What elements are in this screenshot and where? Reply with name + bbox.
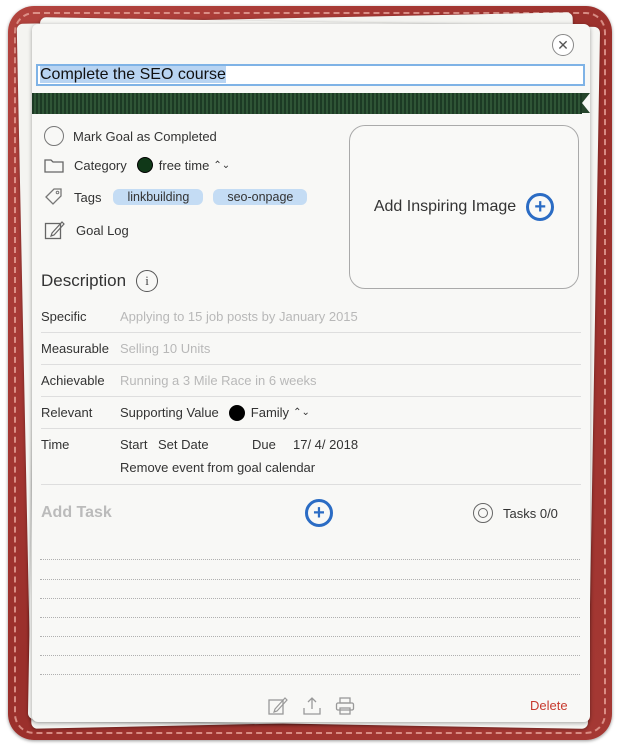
achievable-row[interactable]: Achievable Running a 3 Mile Race in 6 we… xyxy=(41,365,581,397)
updown-chevron-icon: ⌃⌄ xyxy=(213,159,231,171)
measurable-input[interactable]: Selling 10 Units xyxy=(120,341,210,356)
category-value: free time xyxy=(158,157,210,173)
tasks-count: Tasks 0/0 xyxy=(503,506,558,521)
add-task-row: Add Task + Tasks 0/0 xyxy=(41,498,581,528)
mark-completed-row[interactable]: Mark Goal as Completed xyxy=(44,126,217,146)
description-title: Description xyxy=(41,271,127,290)
goal-title-input[interactable]: Complete the SEO course xyxy=(36,64,585,86)
category-label: Category xyxy=(74,157,127,173)
task-line xyxy=(40,636,580,637)
relevant-value-select[interactable]: Family ⌃⌄ xyxy=(228,404,310,421)
info-icon[interactable]: i xyxy=(136,270,159,292)
category-ribbon xyxy=(32,93,582,114)
specific-input[interactable]: Applying to 15 job posts by January 2015 xyxy=(120,309,358,324)
relevant-text: Supporting Value xyxy=(120,405,219,420)
task-line xyxy=(40,598,580,599)
close-button[interactable]: ✕ xyxy=(552,34,574,56)
share-icon[interactable] xyxy=(302,696,322,716)
edit-note-icon[interactable] xyxy=(268,696,288,716)
folder-icon xyxy=(44,157,64,173)
edit-icon xyxy=(44,219,66,241)
measurable-label: Measurable xyxy=(41,341,109,356)
category-color-dot xyxy=(136,157,153,173)
goal-log-label: Goal Log xyxy=(76,222,129,238)
description-section-title: Description i xyxy=(41,270,159,292)
task-line xyxy=(40,579,580,580)
add-image-box[interactable]: Add Inspiring Image + xyxy=(349,125,579,289)
add-image-plus-icon[interactable]: + xyxy=(526,193,555,221)
relevant-row: Relevant Supporting Value Family ⌃⌄ xyxy=(41,397,581,429)
mark-completed-label: Mark Goal as Completed xyxy=(73,128,217,144)
due-label: Due xyxy=(252,437,276,452)
tag-chip[interactable]: linkbuilding xyxy=(113,189,204,205)
updown-chevron-icon: ⌃⌄ xyxy=(293,407,310,418)
time-row: Time Start Set Date Due 17/ 4/ 2018 Remo… xyxy=(41,430,581,485)
goal-title-text: Complete the SEO course xyxy=(40,66,226,83)
specific-label: Specific xyxy=(41,309,87,324)
achievable-input[interactable]: Running a 3 Mile Race in 6 weeks xyxy=(120,373,317,388)
remove-event-link[interactable]: Remove event from goal calendar xyxy=(120,460,315,475)
start-label: Start xyxy=(120,437,148,452)
category-row: Category free time ⌃⌄ xyxy=(44,157,230,173)
tags-label: Tags xyxy=(74,189,102,205)
achievable-label: Achievable xyxy=(41,373,105,388)
goal-sheet: ✕ Complete the SEO course Mark Goal as C… xyxy=(32,24,590,722)
category-select[interactable]: free time ⌃⌄ xyxy=(136,157,231,173)
relevant-label: Relevant xyxy=(41,405,93,420)
add-image-label: Add Inspiring Image xyxy=(373,198,517,215)
add-task-plus-icon[interactable]: + xyxy=(305,499,333,527)
specific-row[interactable]: Specific Applying to 15 job posts by Jan… xyxy=(41,301,581,333)
ribbon-tail xyxy=(582,93,590,113)
start-date-button[interactable]: Set Date xyxy=(158,437,209,452)
delete-button[interactable]: Delete xyxy=(530,698,568,713)
value-color-dot xyxy=(228,404,245,421)
close-icon: ✕ xyxy=(557,36,569,53)
checkbox-circle-icon[interactable] xyxy=(44,126,64,146)
goal-log-row[interactable]: Goal Log xyxy=(44,219,129,241)
tag-chip[interactable]: seo-onpage xyxy=(213,189,308,205)
print-icon[interactable] xyxy=(335,696,355,716)
tags-row: Tags linkbuilding seo-onpage xyxy=(44,187,317,207)
target-icon xyxy=(473,503,493,523)
task-line xyxy=(40,617,580,618)
tag-icon xyxy=(44,187,64,207)
due-date-field[interactable]: 17/ 4/ 2018 xyxy=(293,437,358,452)
task-line xyxy=(40,559,580,560)
time-label: Time xyxy=(41,437,70,452)
add-task-input[interactable]: Add Task xyxy=(41,504,112,522)
measurable-row[interactable]: Measurable Selling 10 Units xyxy=(41,333,581,365)
relevant-value: Family xyxy=(250,405,290,420)
task-line xyxy=(40,674,580,675)
task-line xyxy=(40,655,580,656)
